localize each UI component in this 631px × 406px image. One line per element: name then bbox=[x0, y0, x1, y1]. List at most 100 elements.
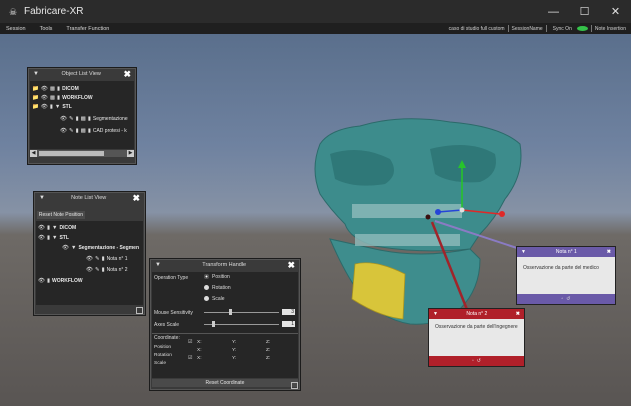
eye-icon[interactable]: 👁 bbox=[60, 128, 67, 134]
close-button[interactable]: ✕ bbox=[600, 0, 631, 23]
eye-icon[interactable]: 👁 bbox=[38, 278, 45, 284]
lock-icon[interactable]: ▩ bbox=[50, 95, 55, 101]
note-tree-nota-1[interactable]: 👁 ✎ ▮ Nota n° 1 bbox=[86, 254, 128, 263]
reset-coordinate-button[interactable]: Reset Coordinate bbox=[152, 379, 298, 387]
mouse-sensitivity-field[interactable]: 3 bbox=[282, 309, 295, 315]
note-insertion-button[interactable]: Note Insertion bbox=[592, 26, 629, 32]
tree-item-segmentazione[interactable]: 👁 ✎ ▮ ▩ ▮ Segmentazione bbox=[60, 114, 128, 123]
lock-icon[interactable]: ▩ bbox=[81, 116, 86, 122]
trash-icon[interactable]: ▮ bbox=[57, 86, 60, 92]
close-icon[interactable]: ✖ bbox=[123, 69, 131, 80]
horizontal-scrollbar[interactable]: ◀ ▶ bbox=[30, 150, 134, 157]
operation-type-label: Operation Type bbox=[154, 275, 189, 281]
lock-icon[interactable]: ☑ bbox=[188, 355, 192, 361]
3d-viewport[interactable]: ▼ Object List View ✖ 📁 👁 ▩ ▮ DICOM 📁 👁 ▩ ▮ WOR… bbox=[0, 34, 631, 406]
scroll-thumb[interactable] bbox=[39, 151, 104, 156]
resize-handle[interactable] bbox=[291, 382, 298, 389]
slider-handle[interactable] bbox=[212, 321, 215, 327]
reset-note-position-button[interactable]: Reset Note Position bbox=[37, 211, 85, 219]
expand-arrow-icon[interactable]: ▼ bbox=[55, 104, 60, 110]
trash-icon[interactable]: ▮ bbox=[47, 235, 50, 241]
eye-icon[interactable]: 👁 bbox=[86, 256, 93, 262]
undo-icon[interactable]: ↺ bbox=[566, 296, 570, 302]
save-icon[interactable]: ▫ bbox=[472, 358, 474, 364]
note-tree-nota-2[interactable]: 👁 ✎ ▮ Nota n° 2 bbox=[86, 265, 128, 274]
save-icon[interactable]: ▫ bbox=[562, 296, 564, 302]
collapse-icon[interactable]: ▼ bbox=[39, 195, 45, 201]
status-area: caso di studio full custom SessionName S… bbox=[446, 23, 629, 34]
lock-icon[interactable]: ☑ bbox=[188, 339, 192, 345]
close-icon[interactable]: ✖ bbox=[516, 311, 520, 317]
eye-icon[interactable]: 👁 bbox=[41, 86, 48, 92]
lock-icon[interactable]: ▩ bbox=[50, 86, 55, 92]
eye-icon[interactable]: 👁 bbox=[38, 225, 45, 231]
note-tree-workflow[interactable]: 👁 ▮ WORKFLOW bbox=[38, 276, 83, 285]
close-icon[interactable]: ✖ bbox=[607, 249, 611, 255]
mouse-sensitivity-slider[interactable] bbox=[204, 308, 279, 316]
minimize-button[interactable]: — bbox=[538, 0, 569, 23]
trash-icon[interactable]: ▮ bbox=[47, 278, 50, 284]
axes-scale-field[interactable]: 1 bbox=[282, 321, 295, 327]
axes-scale-slider[interactable] bbox=[204, 320, 279, 328]
tree-item-workflow[interactable]: 📁 👁 ▩ ▮ WORKFLOW bbox=[32, 93, 93, 102]
tree-item-dicom[interactable]: 📁 👁 ▩ ▮ DICOM bbox=[32, 84, 79, 93]
resize-handle[interactable] bbox=[136, 307, 143, 314]
camera-icon[interactable]: ▮ bbox=[76, 116, 79, 122]
close-icon[interactable]: ✖ bbox=[287, 260, 295, 271]
scroll-left-icon[interactable]: ◀ bbox=[30, 150, 37, 157]
trash-icon[interactable]: ▮ bbox=[57, 95, 60, 101]
tree-item-label: STL bbox=[62, 103, 72, 110]
folder-icon[interactable]: 📁 bbox=[32, 95, 39, 101]
note-card-2[interactable]: ▼ Nota n° 2 ✖ Osservazione da parte dell… bbox=[428, 308, 525, 367]
note-tree-stl[interactable]: 👁 ▮ ▼ STL bbox=[38, 233, 69, 242]
edit-icon[interactable]: ✎ bbox=[69, 116, 74, 122]
expand-arrow-icon[interactable]: ▼ bbox=[71, 245, 76, 251]
trash-icon[interactable]: ▮ bbox=[102, 267, 105, 273]
collapse-icon[interactable]: ▼ bbox=[521, 249, 526, 255]
radio-scale[interactable]: Scale bbox=[204, 296, 225, 302]
radio-position[interactable]: Position bbox=[204, 274, 230, 280]
expand-arrow-icon[interactable]: ▼ bbox=[52, 235, 57, 241]
collapse-icon[interactable]: ▼ bbox=[155, 262, 161, 268]
slider-handle[interactable] bbox=[229, 309, 232, 315]
menu-tools[interactable]: Tools bbox=[40, 26, 53, 32]
eye-icon[interactable]: 👁 bbox=[41, 95, 48, 101]
trash-icon[interactable]: ▮ bbox=[50, 104, 53, 110]
trash-icon[interactable]: ▮ bbox=[47, 225, 50, 231]
panel-title: Object List View bbox=[61, 71, 101, 77]
folder-icon[interactable]: 📁 bbox=[32, 86, 39, 92]
camera-icon[interactable]: ▮ bbox=[76, 128, 79, 134]
undo-icon[interactable]: ↺ bbox=[477, 358, 481, 364]
collapse-icon[interactable]: ▼ bbox=[433, 311, 438, 317]
trash-icon[interactable]: ▮ bbox=[102, 256, 105, 262]
expand-arrow-icon[interactable]: ▼ bbox=[52, 225, 57, 231]
eye-icon[interactable]: 👁 bbox=[38, 235, 45, 241]
edit-icon[interactable]: ✎ bbox=[95, 267, 100, 273]
trash-icon[interactable]: ▮ bbox=[88, 128, 91, 134]
radio-rotation[interactable]: Rotation bbox=[204, 285, 231, 291]
note-footer: ▫ ↺ bbox=[517, 294, 615, 304]
note-tree-segmentazione[interactable]: 👁 ▼ Segmentazione - Segmen bbox=[62, 243, 139, 252]
note-card-1[interactable]: ▼ Nota n° 1 ✖ Osservazione da parte del … bbox=[516, 246, 616, 305]
menu-transfer-function[interactable]: Transfer Function bbox=[66, 26, 109, 32]
tree-item-stl[interactable]: 📁 👁 ▮ ▼ STL bbox=[32, 102, 72, 111]
edit-icon[interactable]: ✎ bbox=[69, 128, 74, 134]
sync-toggle[interactable]: Sync On bbox=[547, 26, 591, 32]
eye-icon[interactable]: 👁 bbox=[86, 267, 93, 273]
note-header: ▼ Nota n° 1 ✖ bbox=[517, 247, 615, 257]
collapse-icon[interactable]: ▼ bbox=[33, 71, 39, 77]
lock-icon[interactable]: ▩ bbox=[81, 128, 86, 134]
eye-icon[interactable]: 👁 bbox=[60, 116, 67, 122]
eye-icon[interactable]: 👁 bbox=[62, 245, 69, 251]
eye-icon[interactable]: 👁 bbox=[41, 104, 48, 110]
note-tree-dicom[interactable]: 👁 ▮ ▼ DICOM bbox=[38, 223, 76, 232]
trash-icon[interactable]: ▮ bbox=[88, 116, 91, 122]
transform-body: Operation Type Position Rotation Scale M… bbox=[152, 272, 298, 378]
folder-icon[interactable]: 📁 bbox=[32, 104, 39, 110]
edit-icon[interactable]: ✎ bbox=[95, 256, 100, 262]
tree-item-cad-protesi[interactable]: 👁 ✎ ▮ ▩ ▮ CAD protesi - k bbox=[60, 126, 127, 135]
scroll-right-icon[interactable]: ▶ bbox=[127, 150, 134, 157]
maximize-button[interactable]: ☐ bbox=[569, 0, 600, 23]
menu-session[interactable]: Session bbox=[6, 26, 26, 32]
close-icon[interactable]: ✖ bbox=[132, 193, 140, 204]
